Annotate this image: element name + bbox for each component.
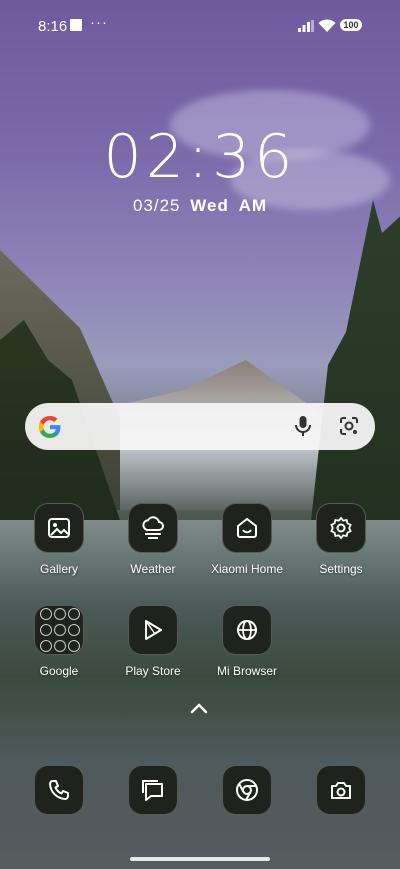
folder-tile[interactable] bbox=[34, 605, 84, 655]
app-label: Mi Browser bbox=[216, 664, 277, 678]
messages-icon bbox=[142, 780, 163, 801]
lens-icon[interactable] bbox=[338, 415, 360, 437]
mic-icon[interactable] bbox=[293, 415, 313, 437]
app-label: Play Store bbox=[125, 664, 181, 678]
folder-app-icon bbox=[68, 608, 80, 620]
wallpaper-trees-right bbox=[310, 200, 400, 530]
app-settings[interactable]: Settings bbox=[296, 503, 386, 576]
app-gallery[interactable]: Gallery bbox=[14, 503, 104, 576]
folder-app-icon bbox=[40, 640, 52, 652]
lockscreen-clock[interactable]: 02:36 bbox=[0, 122, 400, 192]
play-store-tile[interactable] bbox=[128, 605, 178, 655]
status-bar: 8:16 ··· 100 bbox=[0, 0, 400, 52]
notification-icon bbox=[70, 19, 82, 31]
status-time: 8:16 bbox=[38, 18, 68, 35]
weather-tile[interactable] bbox=[128, 503, 178, 553]
chrome-tile[interactable] bbox=[222, 765, 272, 815]
folder-app-icon bbox=[54, 608, 66, 620]
home-tile[interactable] bbox=[222, 503, 272, 553]
gear-icon bbox=[330, 516, 352, 540]
home-screen: 8:16 ··· 100 02:36 03/25 Wed AM Gallery … bbox=[0, 0, 400, 869]
play-icon bbox=[145, 620, 162, 640]
settings-tile[interactable] bbox=[316, 503, 366, 553]
dock-phone[interactable] bbox=[14, 765, 104, 815]
folder-app-icon bbox=[40, 624, 52, 636]
app-label: Weather bbox=[130, 562, 176, 576]
folder-app-icon bbox=[54, 640, 66, 652]
chrome-icon bbox=[236, 779, 258, 801]
google-g-icon bbox=[38, 416, 61, 438]
app-play-store[interactable]: Play Store bbox=[108, 605, 198, 678]
date-value: 03/25 bbox=[132, 196, 181, 215]
folder-app-icon bbox=[68, 624, 80, 636]
app-label: Xiaomi Home bbox=[210, 562, 284, 576]
dock-camera[interactable] bbox=[296, 765, 386, 815]
ampm: AM bbox=[238, 196, 268, 215]
gallery-tile[interactable] bbox=[34, 503, 84, 553]
globe-icon bbox=[237, 620, 257, 640]
gallery-icon bbox=[48, 518, 70, 538]
chevron-up-icon[interactable] bbox=[190, 702, 208, 714]
signal-icon bbox=[298, 20, 314, 32]
app-label: Google bbox=[39, 664, 79, 678]
home-icon bbox=[237, 517, 257, 538]
gesture-navigation-bar[interactable] bbox=[130, 857, 270, 861]
browser-tile[interactable] bbox=[222, 605, 272, 655]
weekday: Wed bbox=[190, 196, 229, 215]
folder-google[interactable]: Google bbox=[14, 605, 104, 678]
folder-app-icon bbox=[54, 624, 66, 636]
lockscreen-date: 03/25 Wed AM bbox=[0, 196, 400, 216]
messages-tile[interactable] bbox=[128, 765, 178, 815]
dock-messages[interactable] bbox=[108, 765, 198, 815]
app-xiaomi-home[interactable]: Xiaomi Home bbox=[202, 503, 292, 576]
camera-tile[interactable] bbox=[316, 765, 366, 815]
google-search-bar[interactable] bbox=[25, 403, 375, 450]
app-label: Gallery bbox=[39, 562, 78, 576]
app-label: Settings bbox=[319, 562, 363, 576]
battery-icon: 100 bbox=[340, 19, 362, 31]
phone-tile[interactable] bbox=[34, 765, 84, 815]
more-notifications-icon: ··· bbox=[90, 14, 108, 31]
folder-app-icon bbox=[68, 640, 80, 652]
phone-icon bbox=[49, 780, 69, 800]
folder-app-icon bbox=[40, 608, 52, 620]
app-mi-browser[interactable]: Mi Browser bbox=[202, 605, 292, 678]
wifi-icon bbox=[318, 19, 336, 32]
app-weather[interactable]: Weather bbox=[108, 503, 198, 576]
weather-icon bbox=[142, 516, 164, 539]
dock-chrome[interactable] bbox=[202, 765, 292, 815]
camera-icon bbox=[331, 782, 351, 799]
